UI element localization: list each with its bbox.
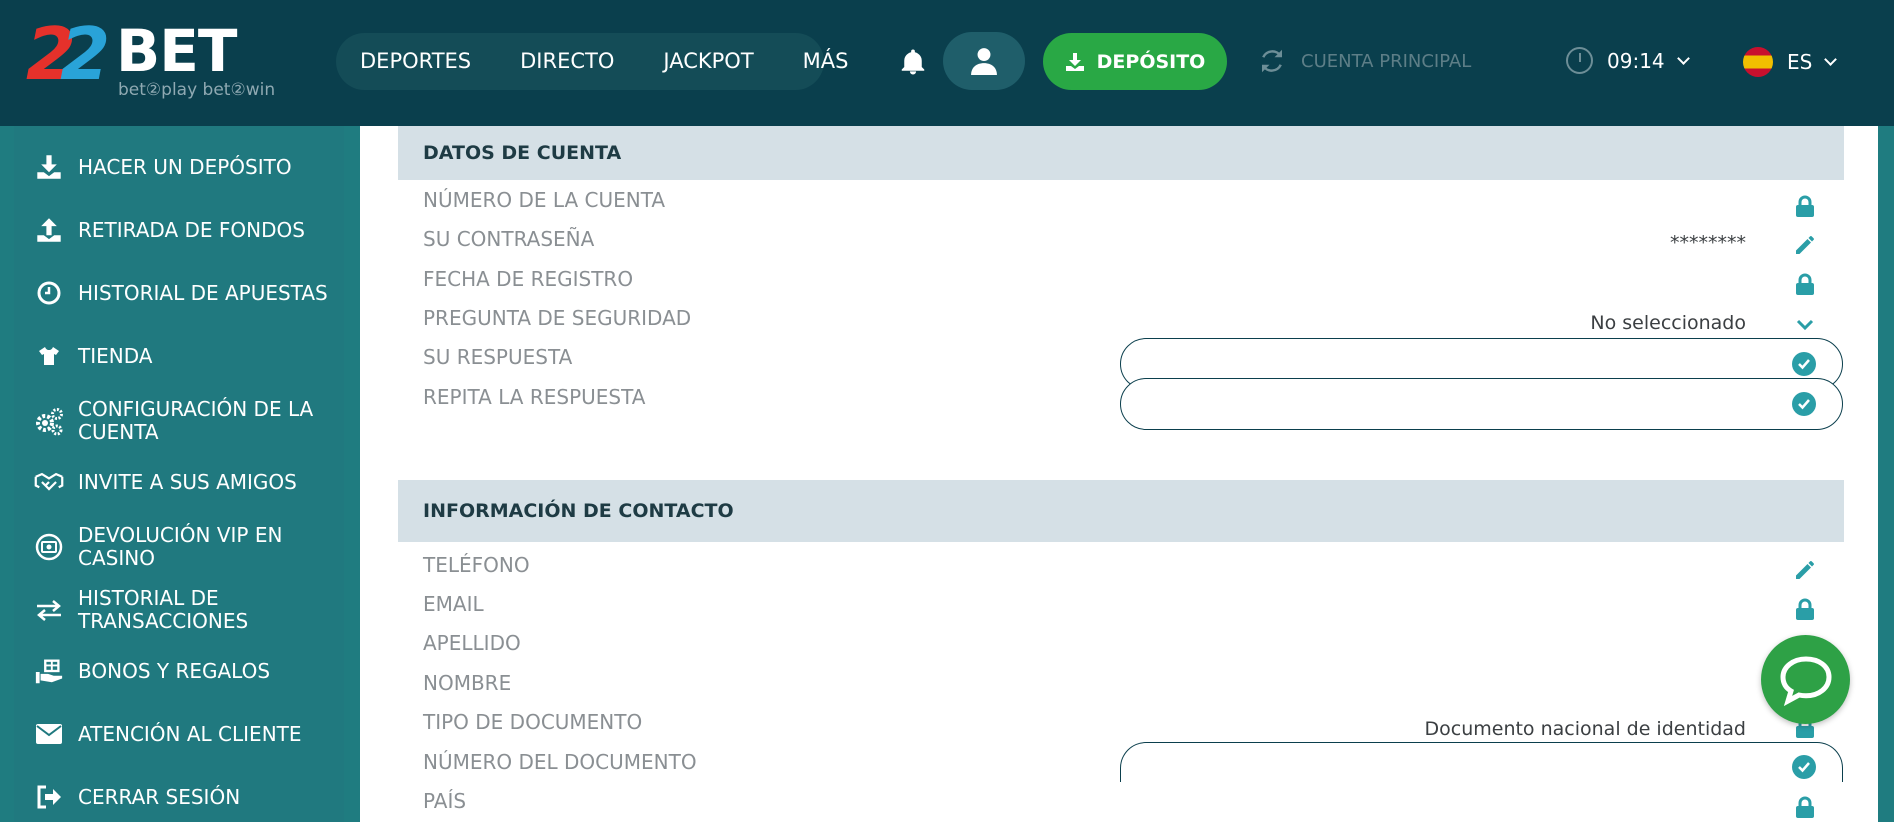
chat-bubble-icon: [1779, 655, 1832, 706]
sidebar-item-label: CERRAR SESIÓN: [78, 784, 241, 809]
pencil-icon[interactable]: [1792, 232, 1818, 258]
sidebar-item-transactions[interactable]: HISTORIAL DE TRANSACCIONES: [14, 587, 344, 633]
nav-deportes[interactable]: DEPORTES: [360, 51, 471, 72]
envelope-icon: [34, 719, 64, 749]
logo-word: BET: [116, 17, 237, 85]
main-nav: DEPORTES DIRECTO JACKPOT MÁS: [336, 33, 848, 90]
security-question-select[interactable]: No seleccionado: [1590, 312, 1746, 334]
sidebar-item-deposit[interactable]: HACER UN DEPÓSITO: [14, 154, 344, 180]
user-icon: [971, 48, 997, 75]
row-label-name: NOMBRE: [423, 671, 512, 695]
refresh-icon: [1262, 49, 1282, 73]
time-selector[interactable]: 09:14: [1566, 47, 1690, 74]
handshake-icon: [34, 467, 64, 497]
section-header-account: DATOS DE CUENTA: [398, 126, 1844, 180]
nav-jackpot[interactable]: JACKPOT: [663, 51, 753, 72]
logo-digit-b: 2: [60, 12, 110, 96]
sidebar-item-label: DEVOLUCIÓN VIP EN CASINO: [78, 523, 283, 570]
gears-icon: [34, 406, 64, 436]
download-icon: [34, 152, 64, 182]
chevron-down-icon: [1824, 53, 1838, 66]
logo-digit-a: 2: [26, 12, 76, 96]
deposit-button[interactable]: DEPÓSITO: [1043, 33, 1227, 90]
transfer-icon: [34, 595, 64, 625]
language-value: ES: [1787, 50, 1813, 74]
tshirt-icon: [34, 341, 64, 371]
document-type-value: Documento nacional de identidad: [1424, 718, 1747, 740]
live-chat-button[interactable]: [1761, 635, 1850, 724]
bell-icon[interactable]: [898, 47, 928, 77]
row-label-password: SU CONTRASEÑA: [423, 227, 595, 251]
repeat-answer-input[interactable]: [1141, 379, 1801, 427]
row-label-email: EMAIL: [423, 592, 484, 616]
logo-tagline: bet②play bet②win: [118, 80, 276, 100]
repeat-answer-field[interactable]: [1120, 378, 1843, 430]
deposit-label: DEPÓSITO: [1096, 50, 1206, 73]
chevron-down-icon: [1676, 51, 1690, 65]
sidebar-item-bonuses[interactable]: BONOS Y REGALOS: [14, 658, 344, 684]
account-label: CUENTA PRINCIPAL: [1301, 50, 1472, 72]
sidebar-item-support[interactable]: ATENCIÓN AL CLIENTE: [14, 721, 344, 747]
sidebar-item-bet-history[interactable]: HISTORIAL DE APUESTAS: [14, 280, 344, 306]
lock-icon: [1792, 596, 1818, 622]
right-edge: [1878, 126, 1894, 822]
sidebar-item-shop[interactable]: TIENDA: [14, 343, 344, 369]
row-label-registration-date: FECHA DE REGISTRO: [423, 267, 634, 291]
check-circle-icon: [1792, 352, 1816, 376]
password-value: ********: [1670, 232, 1746, 254]
sidebar-item-label: HISTORIAL DE APUESTAS: [78, 280, 328, 305]
check-circle-icon: [1792, 755, 1816, 779]
nav-mas[interactable]: MÁS: [803, 51, 849, 72]
row-label-repeat-answer: REPITA LA RESPUESTA: [423, 385, 646, 409]
document-number-input[interactable]: [1141, 743, 1801, 781]
sidebar-item-label: CONFIGURACIÓN DE LA CUENTA: [78, 397, 314, 444]
sidebar-item-label: INVITE A SUS AMIGOS: [78, 469, 297, 494]
account-content: DATOS DE CUENTA NÚMERO DE LA CUENTA SU C…: [360, 126, 1878, 822]
nav-directo[interactable]: DIRECTO: [520, 51, 614, 72]
lock-icon: [1792, 271, 1818, 297]
cashback-icon: [34, 532, 64, 562]
row-label-account-number: NÚMERO DE LA CUENTA: [423, 188, 666, 212]
sidebar-item-label: BONOS Y REGALOS: [78, 658, 271, 683]
download-icon: [1065, 52, 1084, 71]
sidebar-item-label: RETIRADA DE FONDOS: [78, 217, 305, 242]
lock-icon: [1792, 794, 1818, 820]
gift-hand-icon: [34, 656, 64, 686]
logo[interactable]: 22 BET bet②play bet②win: [26, 18, 286, 104]
sidebar-item-logout[interactable]: CERRAR SESIÓN: [14, 784, 344, 810]
upload-icon: [34, 215, 64, 245]
clock-icon: [1566, 47, 1593, 74]
sidebar-item-invite-friends[interactable]: INVITE A SUS AMIGOS: [14, 469, 344, 495]
sidebar-item-label: TIENDA: [78, 343, 153, 368]
document-number-field[interactable]: [1120, 742, 1843, 782]
clock-icon: [34, 278, 64, 308]
section-header-contact: INFORMACIÓN DE CONTACTO: [398, 480, 1844, 542]
row-label-security-question: PREGUNTA DE SEGURIDAD: [423, 306, 692, 330]
logout-icon: [34, 782, 64, 812]
user-profile-button[interactable]: [943, 32, 1025, 90]
account-switcher[interactable]: CUENTA PRINCIPAL: [1257, 46, 1471, 76]
row-label-document-type: TIPO DE DOCUMENTO: [423, 710, 643, 734]
sidebar: HACER UN DEPÓSITO RETIRADA DE FONDOS HIS…: [14, 126, 344, 822]
language-selector[interactable]: ES: [1743, 47, 1838, 77]
chevron-down-icon[interactable]: [1792, 312, 1818, 338]
spain-flag-icon: [1743, 47, 1773, 77]
check-circle-icon: [1792, 392, 1816, 416]
sidebar-item-account-settings[interactable]: CONFIGURACIÓN DE LA CUENTA: [14, 398, 344, 444]
row-label-phone: TELÉFONO: [423, 553, 530, 577]
sidebar-item-vip-cashback[interactable]: DEVOLUCIÓN VIP EN CASINO: [14, 524, 344, 570]
sidebar-item-withdraw[interactable]: RETIRADA DE FONDOS: [14, 217, 344, 243]
time-value: 09:14: [1607, 48, 1665, 73]
top-header: 22 BET bet②play bet②win DEPORTES DIRECTO…: [0, 0, 1894, 126]
row-label-surname: APELLIDO: [423, 631, 521, 655]
sidebar-item-label: HACER UN DEPÓSITO: [78, 154, 292, 179]
row-label-document-number: NÚMERO DEL DOCUMENTO: [423, 750, 697, 774]
row-label-answer: SU RESPUESTA: [423, 345, 573, 369]
pencil-icon[interactable]: [1792, 557, 1818, 583]
sidebar-item-label: ATENCIÓN AL CLIENTE: [78, 721, 302, 746]
row-label-country: PAÍS: [423, 789, 467, 813]
sidebar-item-label: HISTORIAL DE TRANSACCIONES: [78, 586, 249, 633]
lock-icon: [1792, 193, 1818, 219]
